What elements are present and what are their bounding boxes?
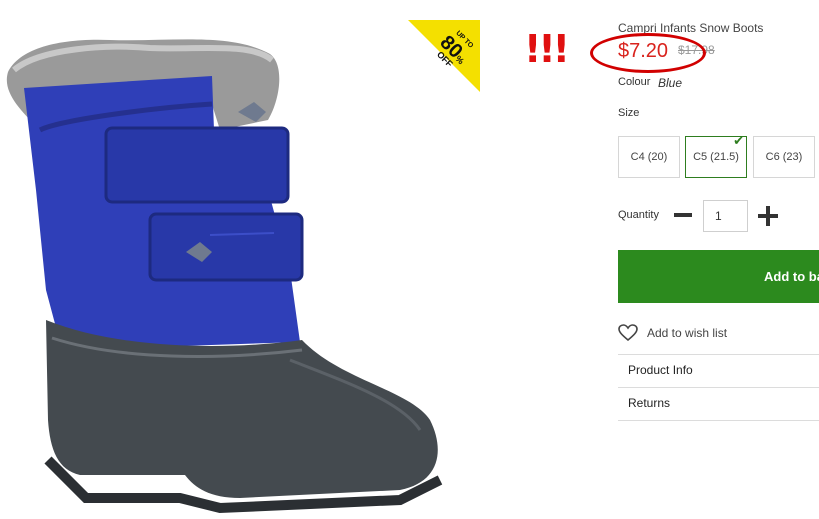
size-option-c5[interactable]: C5 (21.5) ✔: [685, 133, 747, 178]
accordion-returns[interactable]: Returns: [618, 387, 819, 420]
wishlist-label: Add to wish list: [647, 326, 728, 340]
heart-icon: [618, 324, 638, 342]
plus-icon[interactable]: [758, 206, 778, 226]
accordion-product-info[interactable]: Product Info: [618, 354, 819, 387]
size-option-label: C5 (21.5): [693, 151, 739, 163]
quantity-input[interactable]: [703, 200, 748, 232]
price-highlight-ring: [590, 33, 706, 73]
product-image-boot: [6, 39, 443, 514]
size-option-c4[interactable]: C4 (20): [618, 136, 680, 178]
check-icon: ✔: [733, 133, 744, 148]
size-option-c6[interactable]: C6 (23): [753, 136, 815, 178]
exclamation-annotation: !!!: [524, 27, 570, 71]
discount-badge: UP TO 80% OFF: [408, 20, 480, 92]
quantity-label: Quantity: [618, 209, 659, 221]
colour-value: Blue: [658, 76, 683, 90]
minus-icon[interactable]: [673, 208, 693, 222]
size-label: Size: [618, 107, 640, 119]
colour-label: Colour: [618, 76, 651, 88]
wishlist-link[interactable]: Add to wish list: [618, 323, 727, 343]
add-to-bag-button[interactable]: Add to bag: [618, 250, 819, 303]
accordion-divider: [618, 420, 819, 421]
